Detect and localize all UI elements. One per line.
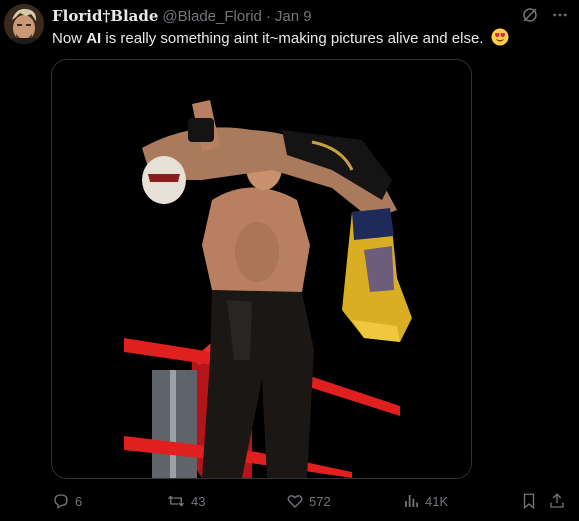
like-button[interactable]: 572 (286, 490, 331, 512)
tweet-date[interactable]: Jan 9 (275, 8, 312, 25)
tweet-text: Now AI is really something aint it~makin… (52, 28, 559, 49)
grok-icon[interactable] (521, 6, 539, 24)
like-count: 572 (309, 493, 331, 509)
tweet-text-before: Now (52, 30, 87, 47)
bookmark-icon (523, 493, 535, 510)
more-icon[interactable] (551, 6, 569, 24)
media-image (52, 60, 471, 478)
reply-count: 6 (75, 493, 83, 509)
share-icon (550, 493, 564, 508)
avatar-image (4, 4, 44, 44)
action-bar: 6 43 572 41K (52, 490, 569, 512)
separator-dot: · (265, 7, 271, 25)
views-icon (405, 495, 419, 507)
display-name[interactable]: Florid†Blade (52, 7, 158, 25)
tweet-media[interactable] (51, 59, 472, 479)
tweet-text-after: is really something aint it~making pictu… (101, 30, 484, 47)
repost-button[interactable]: 43 (166, 490, 205, 512)
share-button[interactable] (548, 490, 566, 512)
tweet-header: Florid†Blade @Blade_Florid · Jan 9 (52, 6, 519, 26)
user-handle[interactable]: @Blade_Florid (162, 8, 261, 25)
reply-icon (54, 494, 68, 510)
reply-button[interactable]: 6 (52, 490, 82, 512)
views-count: 41K (425, 493, 449, 509)
header-icons (521, 6, 569, 24)
repost-count: 43 (191, 493, 206, 509)
heart-icon (287, 495, 303, 508)
repost-icon (168, 495, 184, 507)
tweet-text-bold: AI (86, 30, 102, 47)
bookmark-button[interactable] (520, 490, 538, 512)
heart-eyes-emoji-icon (491, 28, 509, 46)
views-button[interactable]: 41K (402, 490, 448, 512)
avatar[interactable] (4, 4, 44, 44)
